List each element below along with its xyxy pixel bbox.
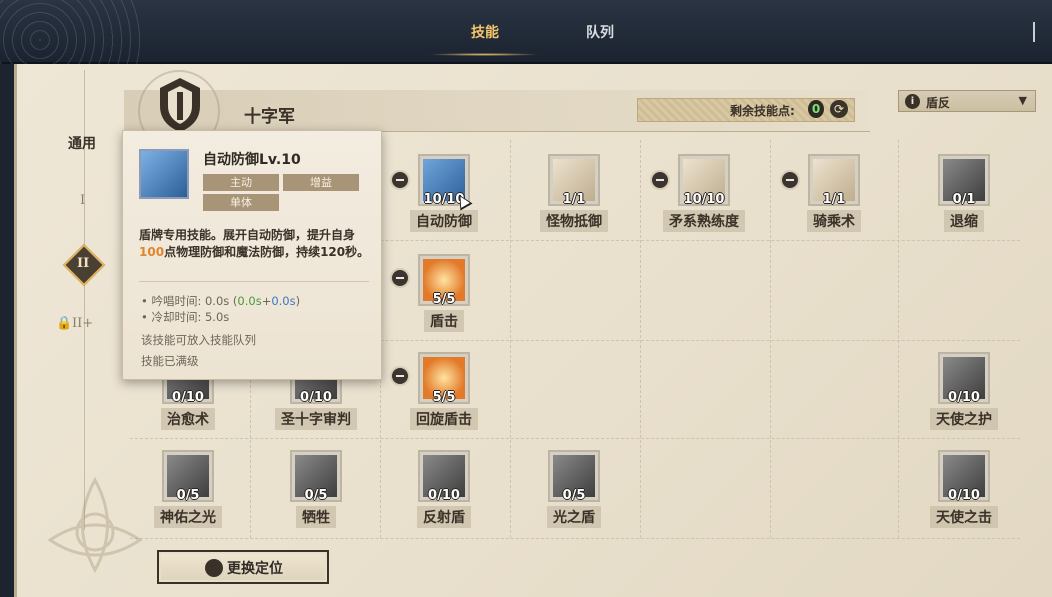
skill-level: 10/10 bbox=[423, 192, 465, 207]
spec-dropdown-label: 盾反 bbox=[926, 96, 951, 110]
tooltip-note: 该技能可放入技能队列 bbox=[141, 333, 256, 347]
cast-time: • 吟唱时间: 0.0s (0.0s+0.0s) bbox=[141, 294, 301, 308]
skill-cell[interactable]: 0/10 天使之护 bbox=[912, 352, 1012, 438]
ornament-decoration bbox=[0, 0, 140, 64]
tier-2-label: II bbox=[77, 256, 90, 271]
skill-cell[interactable]: 10/10 自动防御 bbox=[392, 154, 492, 240]
tier-3-label[interactable]: II+ bbox=[72, 316, 93, 331]
skill-name: 神佑之光 bbox=[136, 506, 240, 528]
grid-line bbox=[898, 140, 899, 538]
grid-line bbox=[130, 438, 1020, 439]
skill-cell[interactable]: 1/1 怪物抵御 bbox=[522, 154, 622, 240]
tag: 增益 bbox=[283, 174, 359, 191]
skill-name: 光之盾 bbox=[522, 506, 626, 528]
skill-points-label: 剩余技能点: bbox=[730, 104, 795, 118]
lock-icon: 🔒 bbox=[56, 316, 73, 331]
chevron-down-icon: ▼ bbox=[1018, 94, 1027, 107]
skill-name: 怪物抵御 bbox=[522, 210, 626, 232]
skill-cell[interactable]: 5/5 盾击 bbox=[392, 254, 492, 340]
skill-cell[interactable]: 0/5 光之盾 bbox=[522, 450, 622, 536]
skill-level: 0/10 bbox=[948, 390, 980, 405]
tooltip-description: 盾牌专用技能。展开自动防御，提升自身100点物理防御和魔法防御，持续120秒。 bbox=[139, 228, 370, 259]
divider bbox=[139, 281, 369, 282]
grid-line bbox=[770, 140, 771, 538]
shield-gear-icon bbox=[139, 149, 189, 199]
skill-name: 自动防御 bbox=[392, 210, 496, 232]
change-role-label: 更换定位 bbox=[227, 561, 283, 577]
active-tab-indicator bbox=[428, 53, 540, 56]
skill-cell[interactable]: 0/10 天使之击 bbox=[912, 450, 1012, 536]
skill-tooltip: 自动防御Lv.10 主动 增益 单体 盾牌专用技能。展开自动防御，提升自身100… bbox=[122, 130, 382, 380]
tab-queue[interactable]: 队列 bbox=[560, 18, 640, 48]
tier-1-label[interactable]: I bbox=[80, 193, 85, 208]
tooltip-title: 自动防御Lv.10 bbox=[203, 152, 301, 168]
skill-name: 矛系熟练度 bbox=[652, 210, 756, 232]
knot-ornament-icon bbox=[47, 476, 143, 574]
class-name: 十字军 bbox=[244, 107, 295, 127]
tag: 主动 bbox=[203, 174, 279, 191]
skill-cell[interactable]: 5/5 回旋盾击 bbox=[392, 352, 492, 438]
skill-level: 0/10 bbox=[948, 488, 980, 503]
skill-points-value: 0 bbox=[808, 100, 824, 118]
divider bbox=[1033, 22, 1035, 42]
skill-name: 反射盾 bbox=[392, 506, 496, 528]
tag: 单体 bbox=[203, 194, 279, 211]
skill-name: 治愈术 bbox=[136, 408, 240, 430]
tier-general: 通用 bbox=[68, 136, 96, 152]
skill-level: 0/5 bbox=[176, 488, 200, 503]
skill-level: 0/5 bbox=[562, 488, 586, 503]
skill-level: 1/1 bbox=[822, 192, 846, 207]
skill-cell[interactable]: 0/10 反射盾 bbox=[392, 450, 492, 536]
shield-icon bbox=[205, 559, 223, 577]
spec-dropdown[interactable]: i 盾反 ▼ bbox=[898, 90, 1036, 112]
skill-name: 圣十字审判 bbox=[264, 408, 368, 430]
skill-level: 0/10 bbox=[172, 390, 204, 405]
skill-cell[interactable]: 0/5 牺牲 bbox=[264, 450, 364, 536]
grid-line bbox=[510, 140, 511, 538]
skill-name: 退缩 bbox=[912, 210, 1016, 232]
change-role-button[interactable]: 更换定位 bbox=[157, 550, 329, 584]
skill-name: 骑乘术 bbox=[782, 210, 886, 232]
skill-level: 0/10 bbox=[428, 488, 460, 503]
skill-level: 5/5 bbox=[432, 390, 456, 405]
skill-level: 10/10 bbox=[683, 192, 725, 207]
crusader-crest-icon bbox=[160, 78, 200, 132]
skill-level: 0/5 bbox=[304, 488, 328, 503]
skill-level: 5/5 bbox=[432, 292, 456, 307]
skill-cell[interactable]: 0/1 退缩 bbox=[912, 154, 1012, 240]
info-icon[interactable]: i bbox=[905, 94, 920, 109]
cooldown-time: • 冷却时间: 5.0s bbox=[141, 310, 230, 324]
skill-cell[interactable]: 1/1 骑乘术 bbox=[782, 154, 882, 240]
skill-level: 0/10 bbox=[300, 390, 332, 405]
grid-line bbox=[640, 140, 641, 538]
skill-name: 盾击 bbox=[392, 310, 496, 332]
tab-skills[interactable]: 技能 bbox=[445, 18, 525, 48]
skill-cell[interactable]: 10/10 矛系熟练度 bbox=[652, 154, 752, 240]
skill-level: 1/1 bbox=[562, 192, 586, 207]
skill-cell[interactable]: 0/5 神佑之光 bbox=[136, 450, 236, 536]
grid-line bbox=[130, 538, 1020, 539]
skill-name: 回旋盾击 bbox=[392, 408, 496, 430]
skill-name: 牺牲 bbox=[264, 506, 368, 528]
reset-icon[interactable]: ⟳ bbox=[830, 100, 848, 118]
top-bar: 技能 队列 bbox=[0, 0, 1052, 64]
skill-name: 天使之击 bbox=[912, 506, 1016, 528]
tooltip-note: 技能已满级 bbox=[141, 354, 199, 368]
skill-level: 0/1 bbox=[952, 192, 976, 207]
skill-name: 天使之护 bbox=[912, 408, 1016, 430]
